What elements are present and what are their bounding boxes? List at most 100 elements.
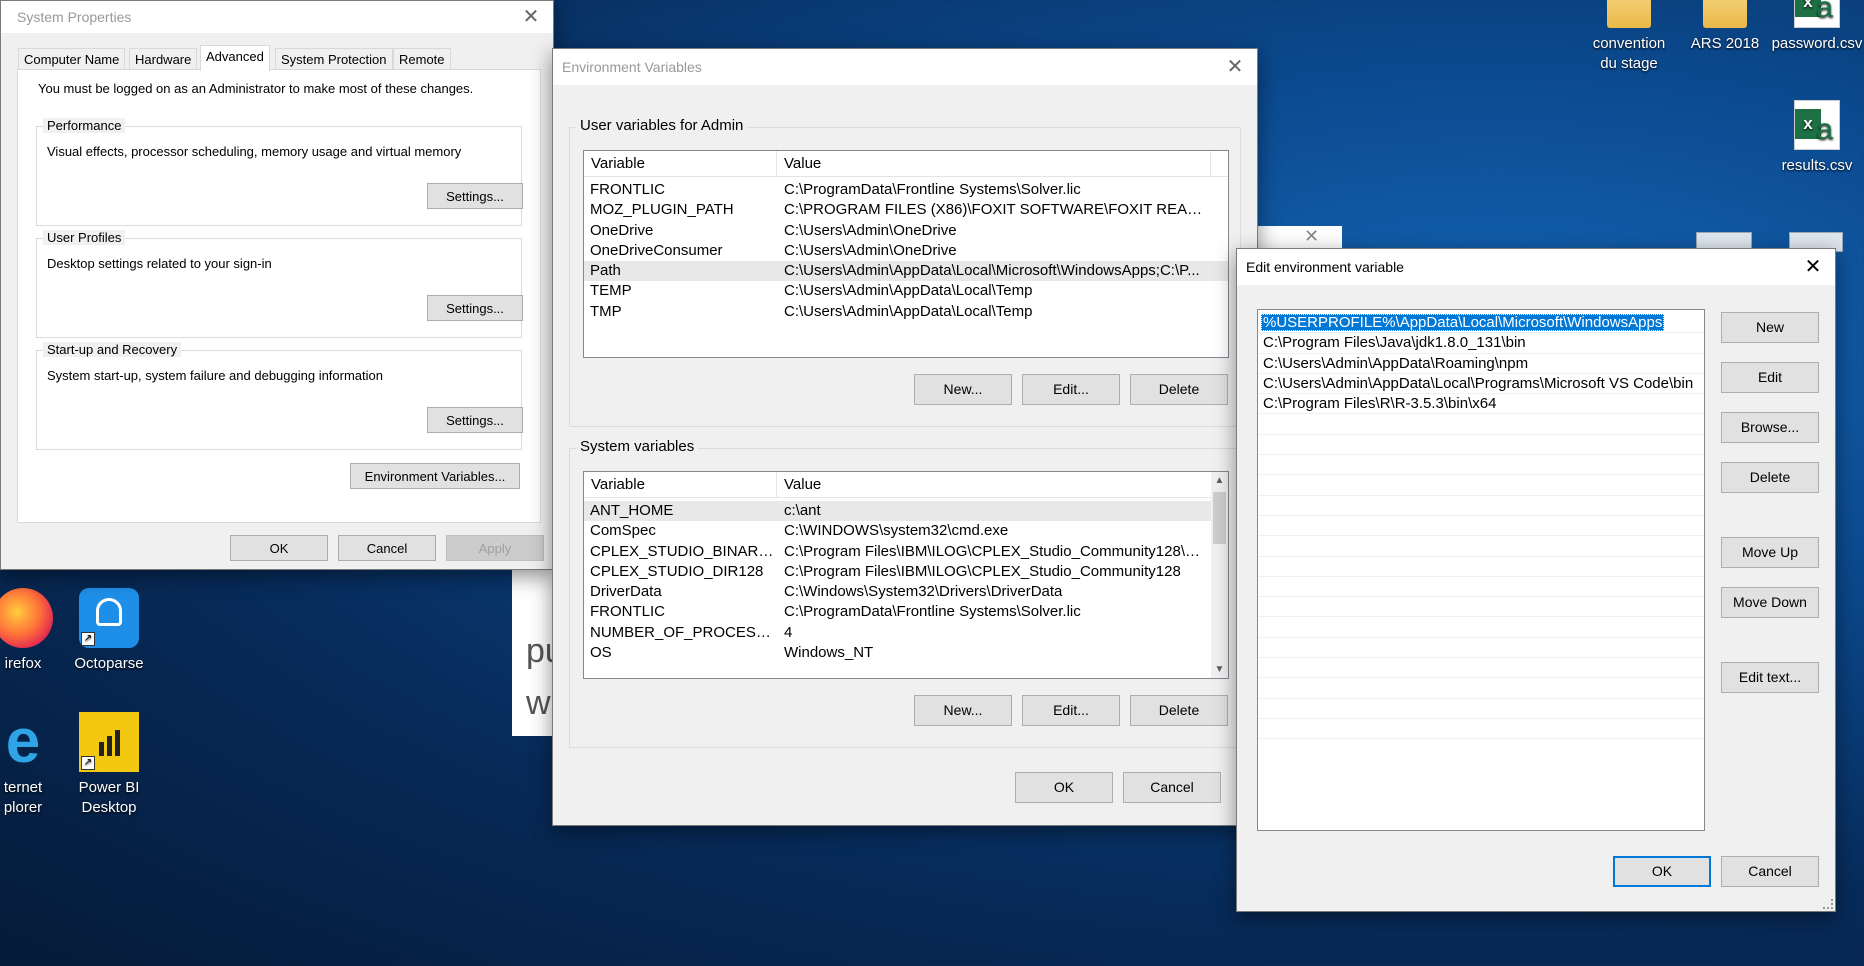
ok-button[interactable]: OK xyxy=(230,535,328,561)
path-entry[interactable] xyxy=(1258,475,1704,496)
close-icon[interactable]: ✕ xyxy=(1801,255,1825,279)
path-entry[interactable] xyxy=(1258,516,1704,537)
delete-entry-button[interactable]: Delete xyxy=(1721,462,1819,493)
table-row[interactable]: CPLEX_STUDIO_BINARIES1... C:\Program File… xyxy=(584,542,1228,562)
startup-settings-button[interactable]: Settings... xyxy=(427,407,523,433)
path-entry[interactable] xyxy=(1258,678,1704,699)
resize-grip-icon[interactable] xyxy=(1823,899,1833,909)
close-icon[interactable]: ✕ xyxy=(519,5,543,29)
new-entry-button[interactable]: New xyxy=(1721,312,1819,343)
tab-system-protection[interactable]: System Protection xyxy=(275,48,393,69)
path-entry[interactable] xyxy=(1258,455,1704,476)
table-row[interactable]: OS Windows_NT xyxy=(584,643,1228,663)
table-row[interactable]: FRONTLIC C:\ProgramData\Frontline Systems… xyxy=(584,602,1228,622)
table-row[interactable]: TEMP C:\Users\Admin\AppData\Local\Temp xyxy=(584,281,1228,301)
tab-advanced[interactable]: Advanced xyxy=(200,45,270,71)
path-entry[interactable] xyxy=(1258,597,1704,618)
column-divider xyxy=(776,472,777,498)
path-entry[interactable]: C:\Users\Admin\AppData\Local\Programs\Mi… xyxy=(1258,374,1704,395)
tab-hardware[interactable]: Hardware xyxy=(129,48,198,69)
path-entry[interactable] xyxy=(1258,719,1704,740)
path-entry[interactable] xyxy=(1258,577,1704,598)
scroll-down-icon[interactable]: ▼ xyxy=(1211,661,1228,678)
tab-remote[interactable]: Remote xyxy=(393,48,451,69)
table-row[interactable]: TMP C:\Users\Admin\AppData\Local\Temp xyxy=(584,302,1228,322)
desktop-icon-results-csv[interactable]: xa results.csv xyxy=(1762,100,1864,176)
move-down-button[interactable]: Move Down xyxy=(1721,587,1819,618)
variable-value: C:\WINDOWS\system32\cmd.exe xyxy=(784,522,1009,540)
scrollbar-thumb[interactable] xyxy=(1213,492,1226,544)
title-bar: Edit environment variable ✕ xyxy=(1237,249,1835,285)
environment-variables-button[interactable]: Environment Variables... xyxy=(350,463,520,489)
path-entry[interactable]: C:\Program Files\R\R-3.5.3\bin\x64 xyxy=(1258,394,1704,415)
column-header-variable[interactable]: Variable xyxy=(591,155,645,172)
table-row[interactable]: MOZ_PLUGIN_PATH C:\PROGRAM FILES (X86)\FO… xyxy=(584,200,1228,220)
vertical-scrollbar[interactable]: ▲ ▼ xyxy=(1211,472,1228,678)
variable-value: C:\Users\Admin\AppData\Local\Microsoft\W… xyxy=(784,262,1200,280)
edit-entry-button[interactable]: Edit xyxy=(1721,362,1819,393)
internet-explorer-icon: e xyxy=(5,707,41,776)
user-delete-button[interactable]: Delete xyxy=(1130,374,1228,405)
performance-settings-button[interactable]: Settings... xyxy=(427,183,523,209)
system-variables-list[interactable]: Variable Value ANT_HOME c:\ant ComSpec C:\W… xyxy=(583,471,1229,679)
path-entries-list[interactable]: %USERPROFILE%\AppData\Local\Microsoft\Wi… xyxy=(1257,309,1705,831)
user-new-button[interactable]: New... xyxy=(914,374,1012,405)
move-up-button[interactable]: Move Up xyxy=(1721,537,1819,568)
table-row[interactable]: ComSpec C:\WINDOWS\system32\cmd.exe xyxy=(584,521,1228,541)
apply-button[interactable]: Apply xyxy=(446,535,544,561)
tab-computer-name[interactable]: Computer Name xyxy=(18,48,126,69)
path-entry[interactable] xyxy=(1258,658,1704,679)
path-entry[interactable] xyxy=(1258,699,1704,719)
cancel-button[interactable]: Cancel xyxy=(1123,772,1221,803)
system-edit-button[interactable]: Edit... xyxy=(1022,695,1120,726)
cancel-button[interactable]: Cancel xyxy=(338,535,436,561)
desktop-icon-octoparse[interactable]: ↗ Octoparse xyxy=(54,588,164,674)
user-edit-button[interactable]: Edit... xyxy=(1022,374,1120,405)
table-row[interactable]: Path C:\Users\Admin\AppData\Local\Microso… xyxy=(584,261,1228,282)
variable-name: ANT_HOME xyxy=(590,502,674,519)
path-entry[interactable]: C:\Users\Admin\AppData\Roaming\npm xyxy=(1258,354,1704,374)
user-profiles-settings-button[interactable]: Settings... xyxy=(427,295,523,321)
path-entry[interactable] xyxy=(1258,638,1704,659)
startup-recovery-group: Start-up and Recovery System start-up, s… xyxy=(36,342,523,450)
cancel-button[interactable]: Cancel xyxy=(1721,856,1819,887)
path-entry[interactable] xyxy=(1258,496,1704,516)
column-header-variable[interactable]: Variable xyxy=(591,476,645,493)
table-row[interactable]: NUMBER_OF_PROCESSORS 4 xyxy=(584,623,1228,643)
ok-button[interactable]: OK xyxy=(1015,772,1113,803)
variable-value: C:\Users\Admin\OneDrive xyxy=(784,241,957,259)
path-entry[interactable] xyxy=(1258,414,1704,435)
variable-value: C:\ProgramData\Frontline Systems\Solver.… xyxy=(784,181,1081,198)
column-divider xyxy=(1210,151,1211,177)
table-row[interactable]: DriverData C:\Windows\System32\Drivers\Dr… xyxy=(584,582,1228,602)
scroll-up-icon[interactable]: ▲ xyxy=(1211,472,1228,489)
ok-button[interactable]: OK xyxy=(1613,856,1711,887)
column-header-value[interactable]: Value xyxy=(784,155,821,172)
desktop-icon-password-csv[interactable]: xa password.csv xyxy=(1762,0,1864,54)
variable-name: FRONTLIC xyxy=(590,181,665,198)
variable-value: C:\ProgramData\Frontline Systems\Solver.… xyxy=(784,603,1081,621)
table-row[interactable]: ANT_HOME c:\ant xyxy=(584,501,1228,522)
path-entry[interactable] xyxy=(1258,557,1704,577)
table-row[interactable]: CPLEX_STUDIO_DIR128 C:\Program Files\IBM\… xyxy=(584,562,1228,582)
variable-value: C:\Users\Admin\AppData\Local\Temp xyxy=(784,302,1033,320)
browse-button[interactable]: Browse... xyxy=(1721,412,1819,443)
path-entry[interactable] xyxy=(1258,617,1704,638)
system-properties-window: System Properties ✕ Computer Name Hardwa… xyxy=(0,0,554,570)
table-row[interactable]: OneDriveConsumer C:\Users\Admin\OneDrive xyxy=(584,241,1228,261)
desktop-icon-convention[interactable]: convention du stage xyxy=(1574,0,1684,74)
path-entry[interactable] xyxy=(1258,536,1704,557)
system-delete-button[interactable]: Delete xyxy=(1130,695,1228,726)
column-header-value[interactable]: Value xyxy=(784,476,821,493)
path-entry[interactable]: C:\Program Files\Java\jdk1.8.0_131\bin xyxy=(1258,333,1704,354)
table-row[interactable]: FRONTLIC C:\ProgramData\Frontline Systems… xyxy=(584,180,1228,200)
path-entry[interactable] xyxy=(1258,435,1704,456)
system-new-button[interactable]: New... xyxy=(914,695,1012,726)
desktop-icon-power-bi[interactable]: ↗ Power BI Desktop xyxy=(54,712,164,818)
path-entry[interactable]: %USERPROFILE%\AppData\Local\Microsoft\Wi… xyxy=(1258,313,1704,334)
close-icon[interactable]: ✕ xyxy=(1223,55,1247,79)
edit-text-button[interactable]: Edit text... xyxy=(1721,662,1819,693)
user-variables-list[interactable]: Variable Value FRONTLIC C:\ProgramData\Fr… xyxy=(583,150,1229,358)
excel-csv-icon: xa xyxy=(1794,0,1840,28)
table-row[interactable]: OneDrive C:\Users\Admin\OneDrive xyxy=(584,221,1228,241)
